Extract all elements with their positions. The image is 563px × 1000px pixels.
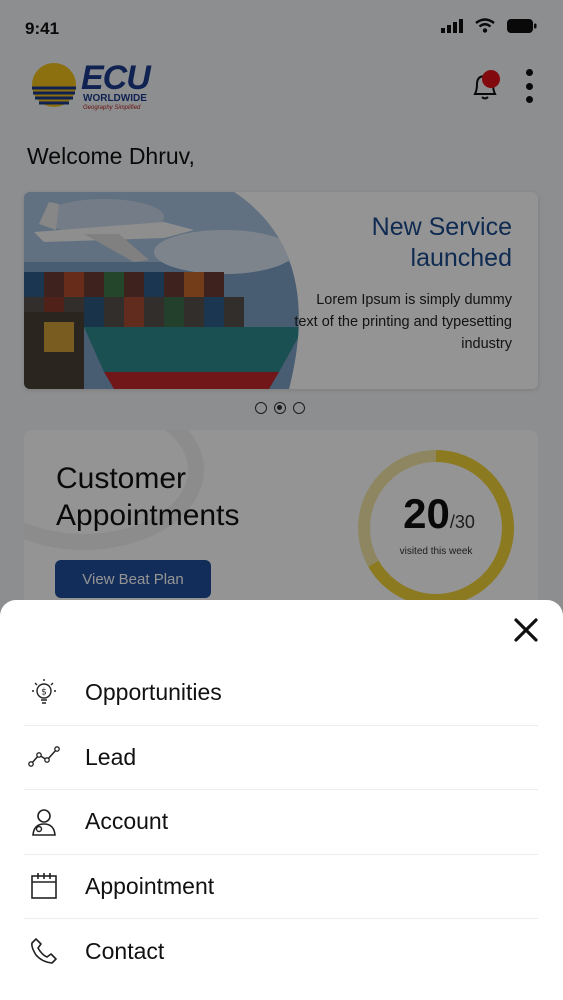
menu-label-opportunities: Opportunities xyxy=(85,679,222,706)
menu-item-contact[interactable]: Contact xyxy=(24,919,538,984)
user-account-icon xyxy=(28,806,60,838)
menu-bottom-sheet: $ Opportunities Lead Account Appointment… xyxy=(0,600,563,1000)
close-icon[interactable] xyxy=(512,616,540,644)
menu-list: $ Opportunities Lead Account Appointment… xyxy=(24,661,538,984)
menu-label-account: Account xyxy=(85,808,169,835)
svg-text:$: $ xyxy=(41,687,47,697)
menu-item-lead[interactable]: Lead xyxy=(24,726,538,790)
menu-label-contact: Contact xyxy=(85,937,165,964)
menu-label-appointment: Appointment xyxy=(85,872,215,899)
trend-line-icon xyxy=(28,741,60,773)
menu-item-appointment[interactable]: Appointment xyxy=(24,855,538,919)
menu-item-account[interactable]: Account xyxy=(24,790,538,855)
menu-label-lead: Lead xyxy=(85,743,137,770)
calendar-icon xyxy=(28,870,60,902)
menu-item-opportunities[interactable]: $ Opportunities xyxy=(24,661,538,726)
lightbulb-dollar-icon: $ xyxy=(28,677,60,709)
phone-icon xyxy=(28,935,60,967)
